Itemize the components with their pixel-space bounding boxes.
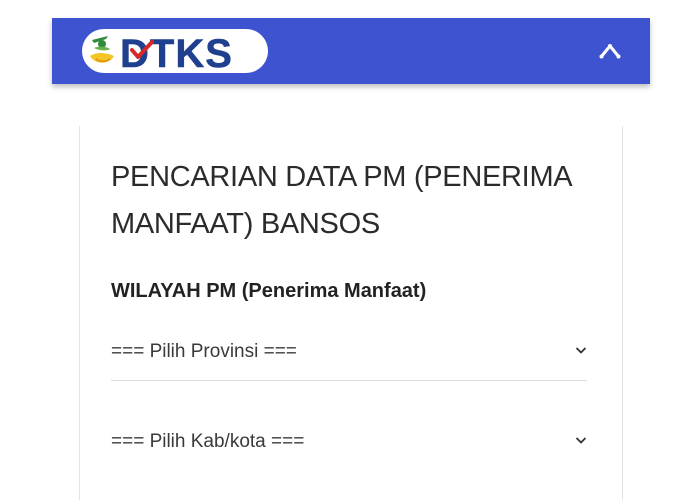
chevron-up-icon [599, 44, 621, 59]
menu-toggle-button[interactable] [595, 39, 625, 63]
chevron-down-icon [575, 347, 587, 354]
top-navbar: DTKS [52, 18, 650, 84]
kabkota-select[interactable]: === Pilih Kab/kota === [111, 428, 587, 458]
provinsi-select-value: === Pilih Provinsi === [111, 341, 297, 362]
search-card: PENCARIAN DATA PM (PENERIMA MANFAAT) BAN… [79, 126, 623, 500]
section-label: WILAYAH PM (Penerima Manfaat) [111, 280, 427, 302]
page-title: PENCARIAN DATA PM (PENERIMA MANFAAT) BAN… [111, 161, 571, 240]
chevron-down-icon [575, 437, 587, 444]
dtks-logo[interactable]: DTKS [80, 26, 270, 76]
kabkota-select-value: === Pilih Kab/kota === [111, 431, 305, 452]
provinsi-select[interactable]: === Pilih Provinsi === [111, 338, 587, 368]
field-divider [111, 380, 587, 381]
